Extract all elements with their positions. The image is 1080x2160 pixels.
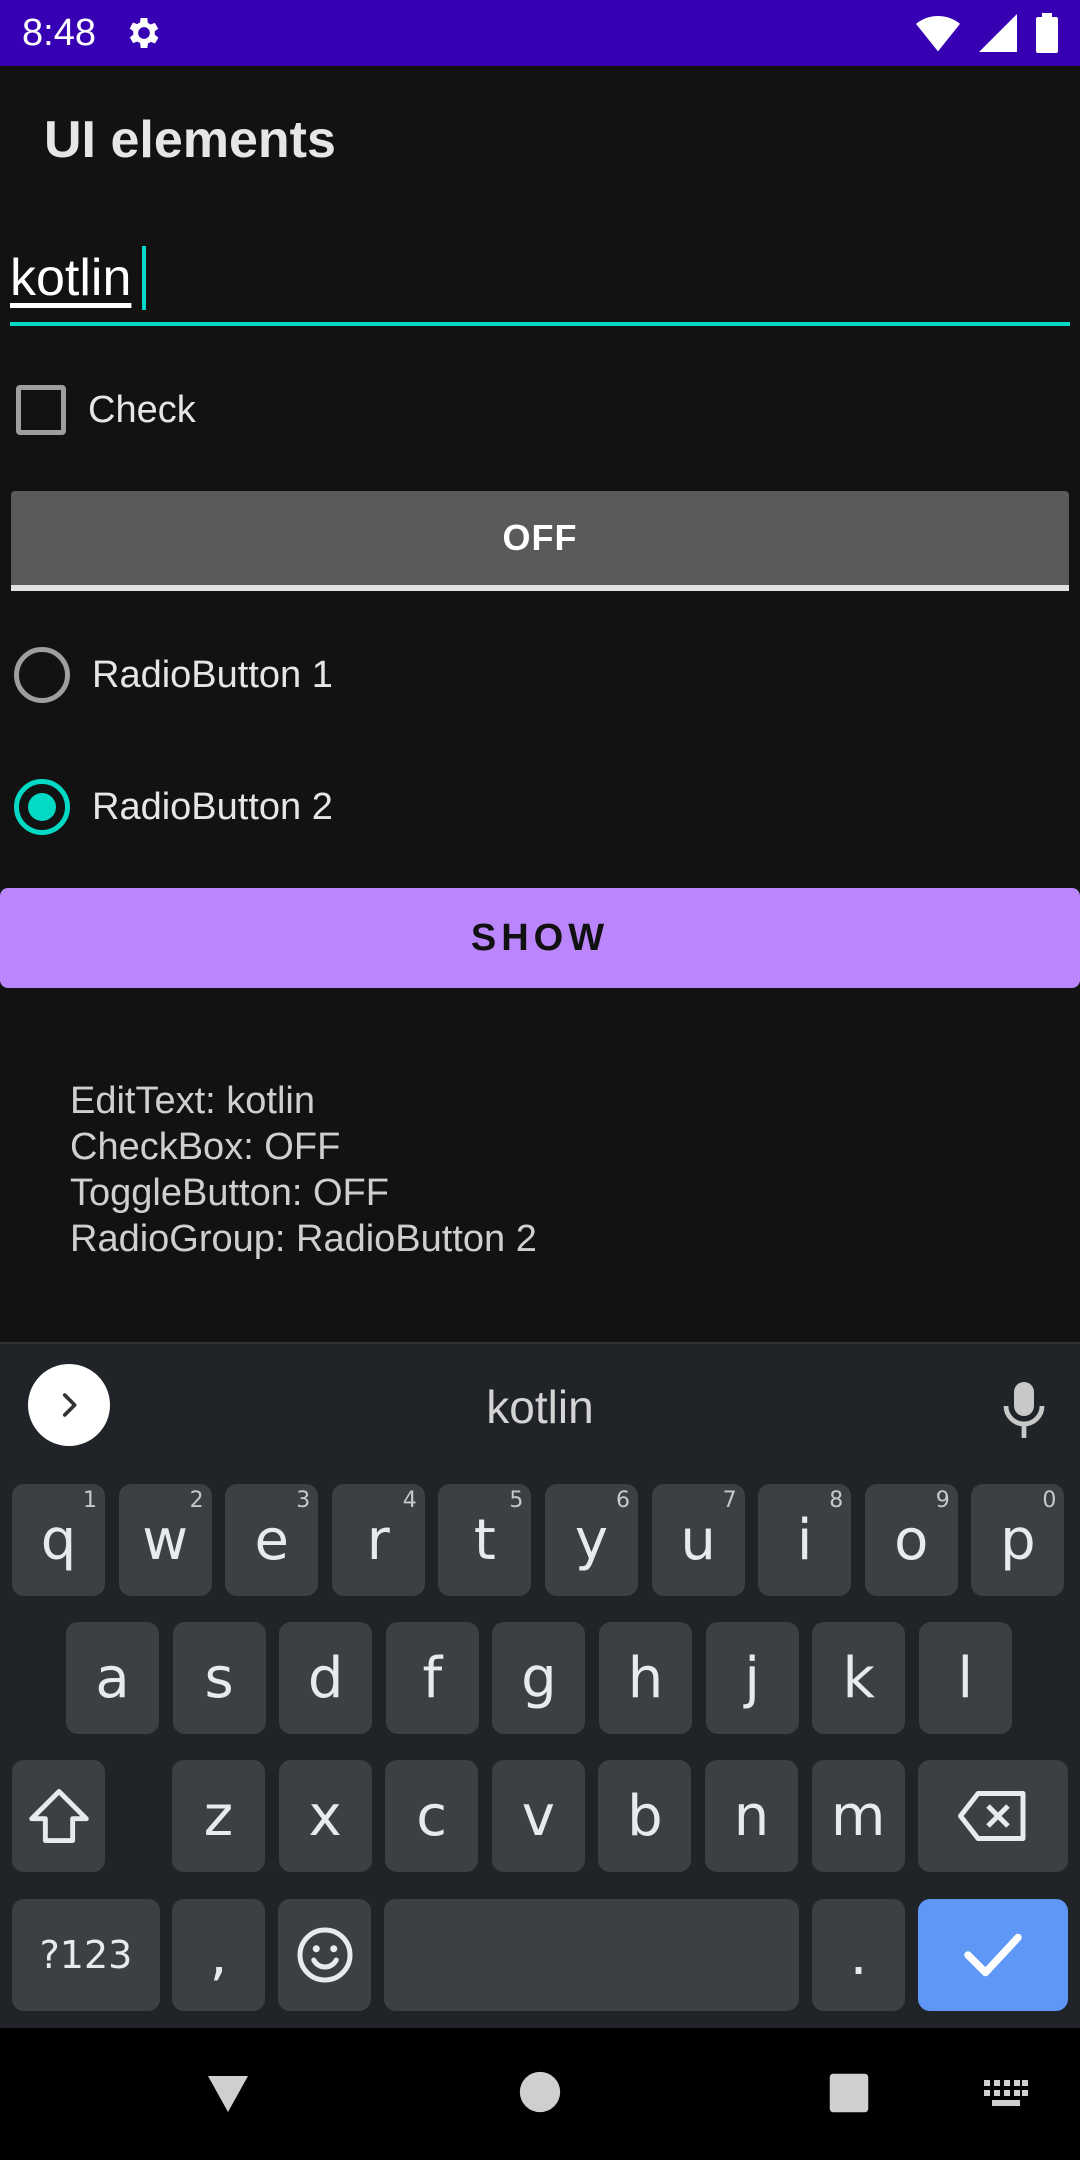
key-a[interactable]: a — [66, 1622, 159, 1734]
key-m[interactable]: m — [811, 1760, 905, 1872]
key-t[interactable]: t5 — [438, 1484, 532, 1596]
key-hint: 8 — [829, 1488, 844, 1513]
key-s[interactable]: s — [172, 1622, 266, 1734]
key-hint: 5 — [509, 1488, 524, 1513]
period-key[interactable]: . — [812, 1899, 905, 2011]
page-title: UI elements — [44, 111, 336, 169]
emoji-icon — [297, 1927, 352, 1983]
space-key[interactable] — [384, 1899, 799, 2011]
key-b[interactable]: b — [598, 1760, 692, 1872]
backspace-icon — [958, 1791, 1026, 1841]
key-letter: e — [254, 1507, 289, 1573]
checkbox[interactable] — [16, 385, 66, 435]
key-v[interactable]: v — [491, 1760, 585, 1872]
radio-circle[interactable] — [14, 647, 70, 703]
key-hint: 4 — [402, 1488, 417, 1513]
status-bar: 8:48 — [0, 0, 1080, 66]
comma-key[interactable]: , — [172, 1899, 265, 2011]
key-hint: 1 — [83, 1488, 97, 1513]
key-hint: 2 — [189, 1488, 204, 1513]
back-icon[interactable] — [204, 2068, 252, 2116]
enter-key[interactable] — [918, 1899, 1068, 2011]
key-j[interactable]: j — [705, 1622, 799, 1734]
key-g[interactable]: g — [492, 1622, 586, 1734]
toggle-button[interactable]: OFF — [11, 491, 1069, 591]
key-letter: y — [574, 1507, 609, 1573]
radio-button-1[interactable]: RadioButton 1 — [14, 645, 333, 705]
home-icon[interactable] — [518, 2070, 562, 2114]
show-button[interactable]: SHOW — [0, 888, 1080, 988]
symbols-key[interactable]: ?123 — [12, 1899, 160, 2011]
key-hint: 0 — [1042, 1488, 1057, 1513]
output-line: RadioGroup: RadioButton 2 — [70, 1218, 537, 1260]
checkmark-icon — [964, 1933, 1022, 1977]
key-r[interactable]: r4 — [331, 1484, 425, 1596]
output-line: EditText: kotlin — [70, 1080, 315, 1122]
key-hint: 7 — [722, 1488, 737, 1513]
soft-keyboard: kotlin ?123 , . q 1 w 2 e 3 r 4 t 5 y 6 … — [0, 1342, 1080, 2028]
edit-text-field[interactable]: kotlin — [10, 240, 1070, 326]
status-time: 8:48 — [22, 11, 96, 54]
key-n[interactable]: n — [705, 1760, 798, 1872]
edit-text-value[interactable]: kotlin — [10, 248, 131, 308]
show-button-label: SHOW — [470, 916, 610, 959]
key-h[interactable]: h — [599, 1622, 692, 1734]
key-letter: t — [473, 1507, 496, 1573]
toggle-label: OFF — [502, 517, 578, 558]
suggestion-bar: kotlin — [0, 1344, 1080, 1466]
key-hint: 9 — [935, 1488, 950, 1513]
output-line: ToggleButton: OFF — [70, 1172, 389, 1214]
checkbox-label: Check — [88, 388, 196, 431]
key-letter: q — [40, 1507, 77, 1573]
key-f[interactable]: f — [385, 1622, 479, 1734]
key-i[interactable]: i8 — [758, 1484, 852, 1596]
key-d[interactable]: d — [279, 1622, 373, 1734]
text-caret — [142, 246, 146, 310]
key-letter: o — [894, 1507, 929, 1573]
keyboard-switch-icon[interactable] — [984, 2080, 1028, 2108]
key-o[interactable]: o9 — [864, 1484, 958, 1596]
key-letter: u — [680, 1507, 716, 1573]
settings-icon — [129, 18, 159, 48]
key-letter: p — [1000, 1507, 1036, 1573]
key-y[interactable]: y6 — [545, 1484, 638, 1596]
key-c[interactable]: c — [385, 1760, 479, 1872]
key-l[interactable]: l — [918, 1622, 1012, 1734]
radio-dot — [28, 793, 56, 821]
radio-circle-checked[interactable] — [14, 779, 70, 835]
checkbox-row[interactable]: Check — [16, 380, 196, 440]
battery-icon — [1036, 13, 1058, 53]
signal-icon — [979, 14, 1017, 52]
key-q[interactable]: q1 — [12, 1484, 105, 1596]
key-x[interactable]: x — [278, 1760, 372, 1872]
shift-key[interactable] — [12, 1760, 105, 1872]
emoji-key[interactable] — [278, 1899, 371, 2011]
microphone-icon[interactable] — [1000, 1380, 1048, 1440]
key-z[interactable]: z — [172, 1760, 265, 1872]
radio-label: RadioButton 2 — [92, 785, 333, 828]
wifi-icon — [916, 16, 960, 52]
key-letter: r — [366, 1507, 390, 1573]
shift-icon — [28, 1789, 89, 1843]
radio-button-2[interactable]: RadioButton 2 — [14, 777, 333, 837]
key-w[interactable]: w2 — [118, 1484, 212, 1596]
key-hint: 3 — [296, 1488, 311, 1513]
radio-label: RadioButton 1 — [92, 653, 333, 696]
key-e[interactable]: e3 — [225, 1484, 319, 1596]
navigation-bar — [0, 2028, 1080, 2160]
key-letter: w — [142, 1507, 188, 1573]
key-letter: i — [796, 1507, 813, 1573]
backspace-key[interactable] — [918, 1760, 1068, 1872]
output-text: EditText: kotlin CheckBox: OFF ToggleBut… — [70, 1078, 537, 1262]
recents-icon[interactable] — [828, 2072, 870, 2114]
key-k[interactable]: k — [812, 1622, 906, 1734]
output-line: CheckBox: OFF — [70, 1126, 341, 1168]
key-u[interactable]: u7 — [651, 1484, 745, 1596]
suggestion-word[interactable]: kotlin — [0, 1380, 1080, 1434]
key-hint: 6 — [616, 1488, 630, 1513]
key-p[interactable]: p0 — [971, 1484, 1065, 1596]
